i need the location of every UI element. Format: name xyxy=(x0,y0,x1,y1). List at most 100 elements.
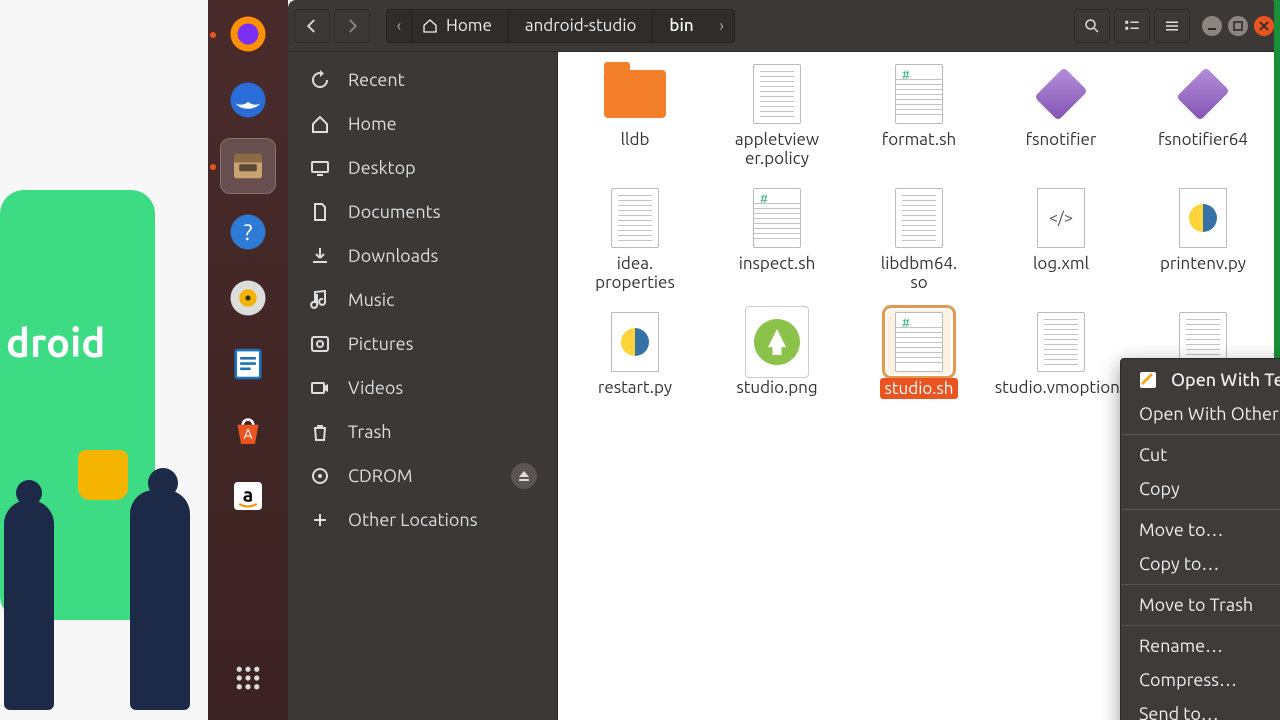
file-item[interactable]: studio.vmoptions xyxy=(1001,310,1121,399)
dock-show-apps[interactable] xyxy=(220,650,276,706)
file-icon xyxy=(887,62,951,126)
context-menu-item[interactable]: Open With Other Application xyxy=(1121,397,1280,431)
context-menu-item[interactable]: Send to… xyxy=(1121,697,1280,720)
file-item[interactable]: </>log.xml xyxy=(1001,186,1121,292)
home-icon xyxy=(310,114,330,134)
dock-software[interactable]: A xyxy=(220,402,276,458)
context-menu-label: Open With Text Editor xyxy=(1171,370,1280,390)
file-item[interactable]: restart.py xyxy=(575,310,695,399)
sidebar-item-label: CDROM xyxy=(348,466,413,486)
path-segment-android-studio[interactable]: android-studio xyxy=(508,10,653,42)
file-icon xyxy=(603,310,667,374)
pictures-icon xyxy=(310,334,330,354)
file-item[interactable]: studio.png xyxy=(717,310,837,399)
path-label: bin xyxy=(669,16,693,35)
sidebar-item-home[interactable]: Home xyxy=(288,102,557,146)
context-menu-item[interactable]: Rename…F2 xyxy=(1121,629,1280,663)
sidebar-item-trash[interactable]: Trash xyxy=(288,410,557,454)
desktop-icon xyxy=(310,158,330,178)
context-menu-label: Move to… xyxy=(1139,520,1223,540)
file-icon xyxy=(745,62,809,126)
dock-files[interactable] xyxy=(220,138,276,194)
search-button[interactable] xyxy=(1074,9,1110,43)
path-next-icon[interactable]: › xyxy=(710,17,734,35)
file-item[interactable]: appletviewer.policy xyxy=(717,62,837,168)
file-item[interactable]: studio.sh xyxy=(859,310,979,399)
sidebar-item-label: Desktop xyxy=(348,158,416,178)
file-label: inspect.sh xyxy=(739,254,816,273)
dock-firefox[interactable] xyxy=(220,6,276,62)
downloads-icon xyxy=(310,246,330,266)
dock-writer[interactable] xyxy=(220,336,276,392)
sidebar-item-recent[interactable]: Recent xyxy=(288,58,557,102)
file-item[interactable]: idea.properties xyxy=(575,186,695,292)
file-icon xyxy=(1171,62,1235,126)
sidebar-item-desktop[interactable]: Desktop xyxy=(288,146,557,190)
sidebar-item-music[interactable]: Music xyxy=(288,278,557,322)
context-menu-label: Copy xyxy=(1139,479,1180,499)
file-label: idea.properties xyxy=(595,254,675,292)
dock-rhythmbox[interactable] xyxy=(220,270,276,326)
file-item[interactable]: inspect.sh xyxy=(717,186,837,292)
path-segment-home[interactable]: Home xyxy=(411,10,508,42)
dock-help[interactable]: ? xyxy=(220,204,276,260)
svg-text:a: a xyxy=(243,483,253,505)
window-minimize-button[interactable] xyxy=(1202,16,1222,36)
context-menu-item[interactable]: Copy to… xyxy=(1121,547,1280,581)
nav-back-button[interactable] xyxy=(294,9,330,43)
sidebar-item-label: Other Locations xyxy=(348,510,478,530)
sidebar-item-documents[interactable]: Documents xyxy=(288,190,557,234)
places-sidebar: Recent Home Desktop Documents Downloads Music… xyxy=(288,52,558,720)
hamburger-menu-button[interactable] xyxy=(1154,9,1190,43)
file-item[interactable]: printenv.py xyxy=(1143,186,1263,292)
file-label: printenv.py xyxy=(1160,254,1246,273)
headerbar: ‹ Home android-studio bin › xyxy=(288,0,1280,52)
context-menu-item[interactable]: Move to… xyxy=(1121,513,1280,547)
file-label: studio.sh xyxy=(880,378,957,399)
context-menu-item[interactable]: Compress… xyxy=(1121,663,1280,697)
video-background: droid xyxy=(0,0,210,720)
file-item[interactable]: format.sh xyxy=(859,62,979,168)
recent-icon xyxy=(310,70,330,90)
file-view[interactable]: lldbappletviewer.policyformat.shfsnotifi… xyxy=(558,52,1280,720)
file-label: libdbm64.so xyxy=(881,254,957,292)
window-controls xyxy=(1202,16,1274,36)
text-editor-icon xyxy=(1139,371,1157,389)
sidebar-item-label: Music xyxy=(348,290,394,310)
file-item[interactable]: lldb xyxy=(575,62,695,168)
file-item[interactable]: fsnotifier xyxy=(1001,62,1121,168)
context-menu-label: Move to Trash xyxy=(1139,595,1253,615)
file-icon: </> xyxy=(1029,186,1093,250)
file-icon xyxy=(1029,310,1093,374)
sidebar-item-videos[interactable]: Videos xyxy=(288,366,557,410)
path-segment-bin[interactable]: bin xyxy=(652,10,709,42)
file-item[interactable]: libdbm64.so xyxy=(859,186,979,292)
context-menu-item[interactable]: Open With Text EditorReturn xyxy=(1121,363,1280,397)
eject-button[interactable] xyxy=(511,463,537,489)
other-icon xyxy=(310,510,330,530)
view-toggle-button[interactable] xyxy=(1114,9,1150,43)
nav-forward-button[interactable] xyxy=(334,9,370,43)
window-close-button[interactable] xyxy=(1254,16,1274,36)
file-item[interactable]: fsnotifier64 xyxy=(1143,62,1263,168)
file-icon xyxy=(1171,186,1235,250)
path-prev-icon[interactable]: ‹ xyxy=(387,17,411,35)
sidebar-item-label: Documents xyxy=(348,202,441,222)
svg-text:?: ? xyxy=(244,220,253,245)
dock-thunderbird[interactable] xyxy=(220,72,276,128)
sidebar-item-downloads[interactable]: Downloads xyxy=(288,234,557,278)
context-menu-item[interactable]: CopyCtrl+C xyxy=(1121,472,1280,506)
dock-amazon[interactable]: a xyxy=(220,468,276,524)
sidebar-item-disc[interactable]: CDROM xyxy=(288,454,557,498)
path-label: Home xyxy=(446,16,492,35)
sidebar-item-pictures[interactable]: Pictures xyxy=(288,322,557,366)
path-label: android-studio xyxy=(525,16,637,35)
context-menu-item[interactable]: CutCtrl+X xyxy=(1121,438,1280,472)
sidebar-item-label: Home xyxy=(348,114,397,134)
sidebar-item-label: Downloads xyxy=(348,246,438,266)
sidebar-item-other[interactable]: Other Locations xyxy=(288,498,557,542)
context-menu-label: Cut xyxy=(1139,445,1167,465)
window-maximize-button[interactable] xyxy=(1228,16,1248,36)
sidebar-item-label: Trash xyxy=(348,422,392,442)
context-menu-item[interactable]: Move to TrashDelete xyxy=(1121,588,1280,622)
